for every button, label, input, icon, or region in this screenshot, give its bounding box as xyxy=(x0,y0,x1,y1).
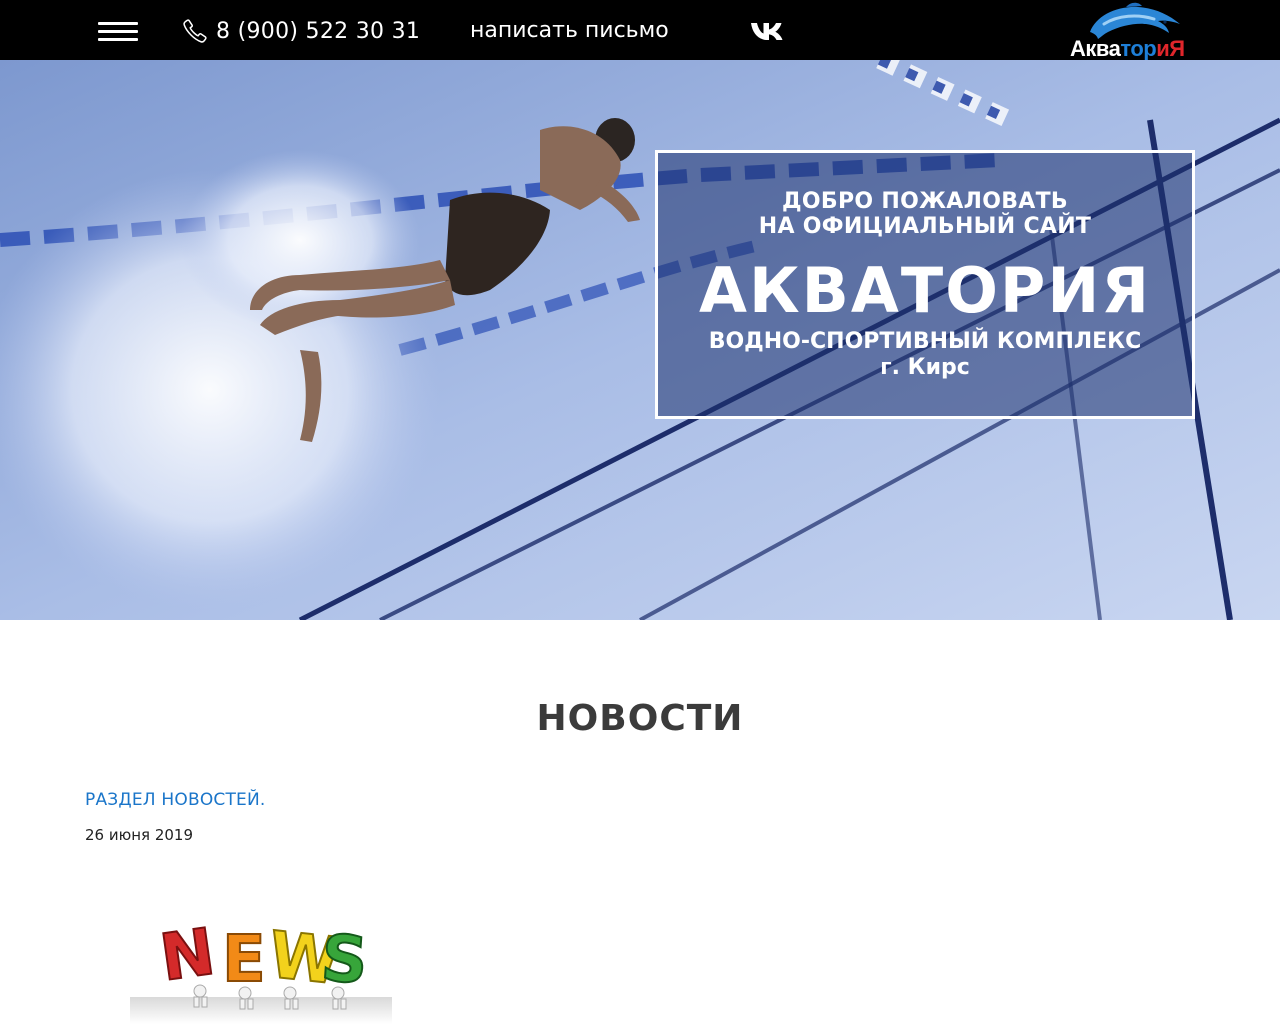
news-section-title: НОВОСТИ xyxy=(536,698,744,739)
news-item-image[interactable]: N E W S xyxy=(130,905,392,1024)
welcome-box: ДОБРО ПОЖАЛОВАТЬ НА ОФИЦИАЛЬНЫЙ САЙТ АКВ… xyxy=(655,150,1195,419)
phone-icon xyxy=(183,19,207,43)
phone-link[interactable]: 8 (900) 522 30 31 xyxy=(182,14,420,48)
top-bar: 8 (900) 522 30 31 написать письмо Аквато… xyxy=(0,0,1280,61)
hamburger-menu-button[interactable] xyxy=(98,22,138,41)
welcome-line-1: ДОБРО ПОЖАЛОВАТЬ xyxy=(782,189,1068,214)
city-label: г. Кирс xyxy=(880,355,970,380)
phone-number: 8 (900) 522 30 31 xyxy=(216,18,421,44)
hero-banner: ДОБРО ПОЖАЛОВАТЬ НА ОФИЦИАЛЬНЫЙ САЙТ АКВ… xyxy=(0,60,1280,620)
akvatoriya-logo[interactable]: АкваториЯ xyxy=(1068,2,1198,61)
news-item-date: 26 июня 2019 xyxy=(85,826,194,844)
svg-text:E: E xyxy=(222,923,266,997)
svg-text:N: N xyxy=(156,915,219,996)
complex-subtitle: ВОДНО-СПОРТИВНЫЙ КОМПЛЕКС xyxy=(708,329,1142,354)
svg-text:S: S xyxy=(319,922,370,999)
brand-title: АКВАТОРИЯ xyxy=(699,254,1151,327)
write-letter-link[interactable]: написать письмо xyxy=(470,14,669,48)
welcome-line-2: НА ОФИЦИАЛЬНЫЙ САЙТ xyxy=(758,214,1092,239)
news-item-title-link[interactable]: РАЗДЕЛ НОВОСТЕЙ. xyxy=(85,790,266,810)
logo-text: АкваториЯ xyxy=(1070,36,1185,61)
vk-icon[interactable] xyxy=(750,18,790,44)
